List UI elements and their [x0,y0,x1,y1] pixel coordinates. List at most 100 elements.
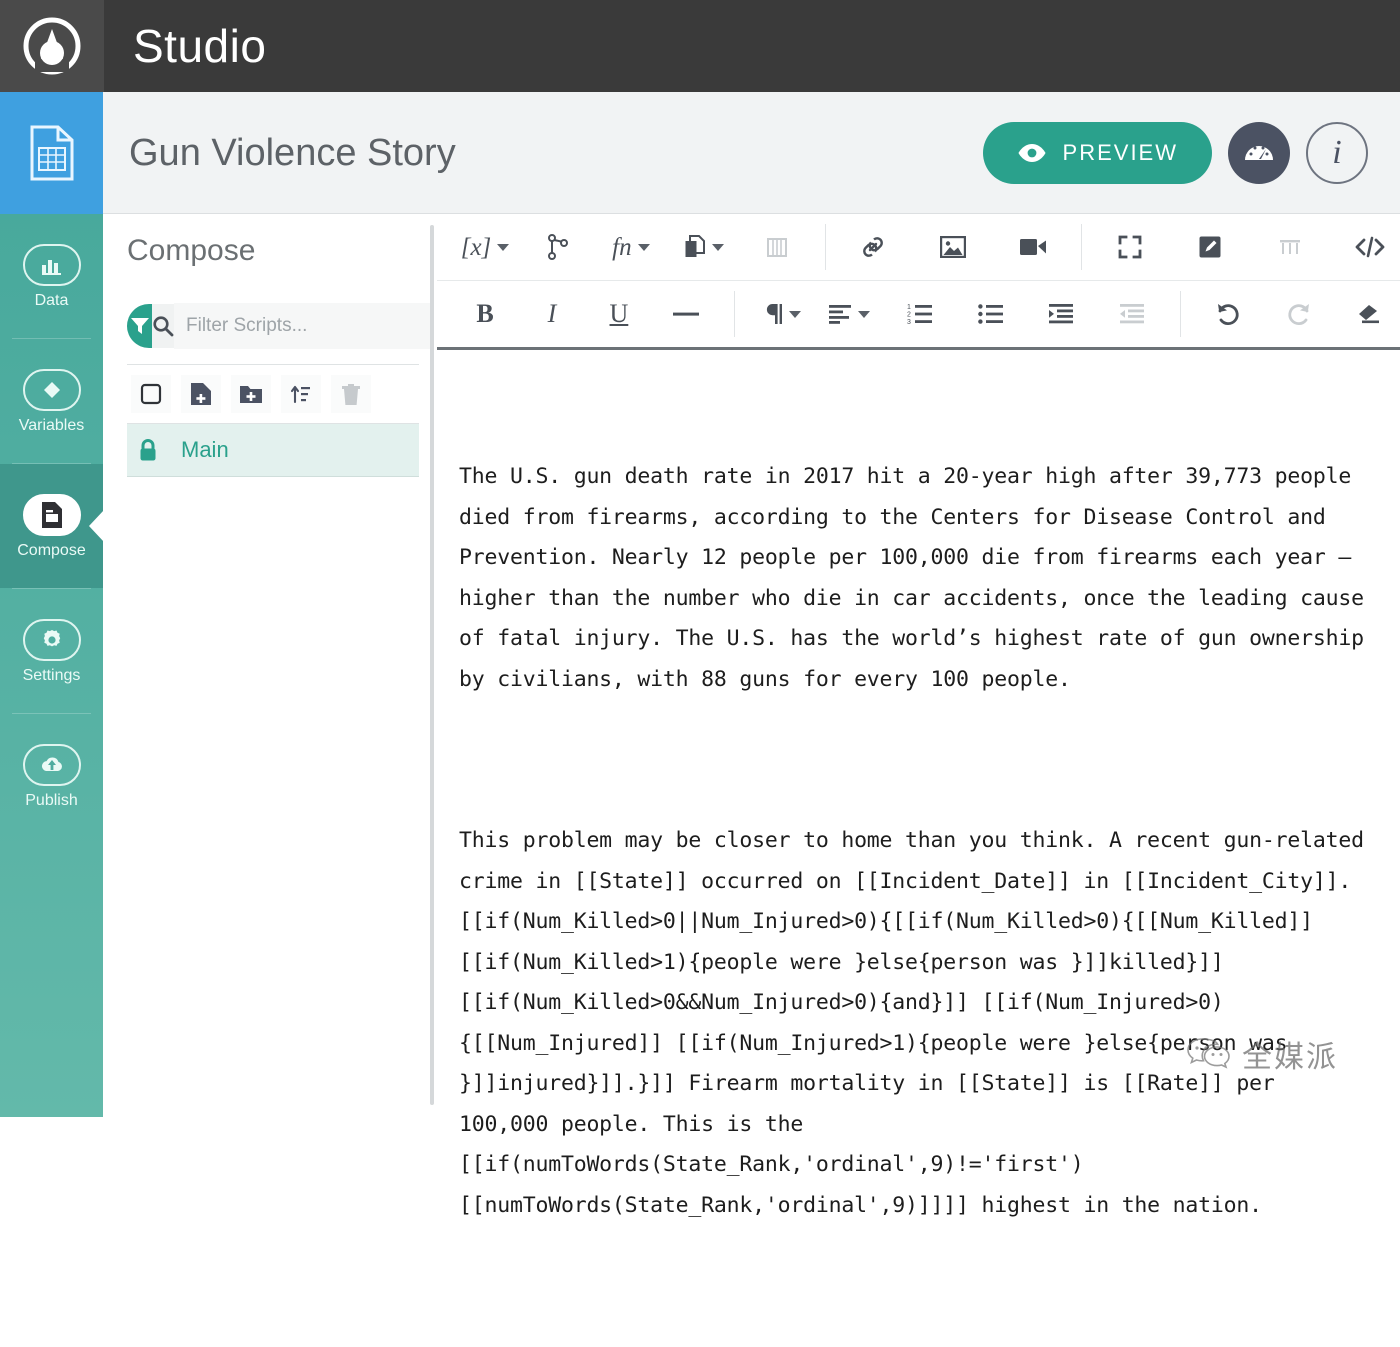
sidebar-item-data[interactable]: Data [0,214,103,338]
alt-text-icon [1278,238,1302,256]
align-left-icon [828,304,852,324]
alt-text-button[interactable] [1260,223,1320,271]
annotate-button[interactable] [1180,223,1240,271]
pencil-square-icon [1198,235,1222,259]
book-icon [765,235,789,259]
top-bar: Studio [0,0,1400,92]
eye-icon [1017,143,1047,163]
fullscreen-icon [1118,235,1142,259]
image-icon [940,236,966,258]
sort-ascending-icon [290,383,312,405]
compose-document-icon [23,494,81,536]
sidebar-item-project[interactable] [0,92,103,214]
editor-toolbar-primary: [x] fn [437,214,1400,281]
new-script-button[interactable] [181,375,221,413]
app-title: Studio [133,23,266,69]
sidebar-item-publish[interactable]: Publish [0,714,103,838]
sort-button[interactable] [281,375,321,413]
editor-pane: [x] fn [437,214,1400,1117]
script-list-item-main[interactable]: Main [127,424,419,477]
sidebar-item-label: Data [35,293,69,309]
insert-function-button[interactable]: fn [601,223,661,271]
ordered-list-icon: 1 2 3 [907,303,933,325]
sidebar-item-settings[interactable]: Settings [0,589,103,713]
horizontal-rule-icon [672,310,700,318]
bold-button[interactable]: B [455,290,515,338]
preview-button-label: PREVIEW [1063,140,1178,166]
underline-icon: U [610,301,629,327]
sidebar-item-compose[interactable]: Compose [0,464,103,588]
insert-link-button[interactable] [843,223,903,271]
performance-button[interactable] [1228,122,1290,184]
branch-icon [546,234,570,260]
fullscreen-button[interactable] [1100,223,1160,271]
sidebar-item-variables[interactable]: Variables [0,339,103,463]
preview-button[interactable]: PREVIEW [983,122,1212,184]
anchor-logo-icon [23,17,81,75]
italic-icon: I [548,301,557,327]
insert-video-button[interactable] [1003,223,1063,271]
spreadsheet-document-icon [28,124,76,182]
cloud-upload-icon [23,744,81,786]
document-editor-body[interactable]: The U.S. gun death rate in 2017 hit a 20… [437,350,1400,1347]
unordered-list-button[interactable] [961,290,1021,338]
chevron-down-icon [638,244,650,251]
search-icon [152,315,174,337]
link-icon [860,234,886,260]
source-code-button[interactable] [1340,223,1400,271]
eraser-icon [1357,303,1383,325]
underline-button[interactable]: U [589,290,649,338]
document-paragraph: The U.S. gun death rate in 2017 hit a 20… [459,457,1370,700]
bar-chart-icon [23,244,81,286]
insert-variable-button[interactable]: [x] [455,223,515,271]
chevron-down-icon [789,311,801,318]
variable-bracket-icon: [x] [461,235,492,260]
dictionary-button[interactable] [747,223,807,271]
funnel-filter-icon [128,314,152,338]
svg-text:3: 3 [907,319,911,325]
video-icon [1019,237,1047,257]
insert-branch-button[interactable] [528,223,588,271]
lock-icon [137,438,159,462]
page-title: Gun Violence Story [129,134,456,172]
editor-toolbar-formatting: B I U [437,281,1400,350]
chevron-down-icon [858,311,870,318]
indent-increase-button[interactable] [1031,290,1091,338]
trash-icon [341,383,361,406]
info-button[interactable]: i [1306,122,1368,184]
select-all-checkbox[interactable] [131,375,171,413]
panel-resize-divider[interactable] [430,225,434,1105]
redo-button[interactable] [1269,290,1329,338]
search-button[interactable] [152,304,174,348]
code-brackets-icon [1355,236,1385,258]
undo-icon [1215,302,1241,326]
bold-icon: B [476,301,493,327]
undo-button[interactable] [1198,290,1258,338]
unordered-list-icon [978,303,1004,325]
filter-scripts-input[interactable] [174,303,433,349]
insert-snippet-button[interactable] [674,223,734,271]
filter-button[interactable] [127,304,152,348]
copy-snippet-icon [684,235,706,259]
ordered-list-button[interactable]: 1 2 3 [890,290,950,338]
svg-text:2: 2 [907,312,911,319]
compose-heading: Compose [127,236,433,266]
delete-button[interactable] [331,375,371,413]
italic-button[interactable]: I [522,290,582,338]
indent-increase-icon [1048,303,1074,325]
paragraph-style-button[interactable] [752,290,812,338]
indent-decrease-button[interactable] [1102,290,1162,338]
insert-image-button[interactable] [923,223,983,271]
new-folder-icon [239,383,263,405]
align-button[interactable] [819,290,879,338]
sidebar-item-label: Publish [25,793,77,809]
gear-icon [23,619,81,661]
script-name: Main [181,437,229,463]
horizontal-rule-button[interactable] [656,290,716,338]
app-logo[interactable] [0,0,104,92]
compose-panel: Compose [103,214,433,1117]
chevron-down-icon [712,244,724,251]
function-icon: fn [612,235,631,260]
clear-formatting-button[interactable] [1340,290,1400,338]
new-folder-button[interactable] [231,375,271,413]
